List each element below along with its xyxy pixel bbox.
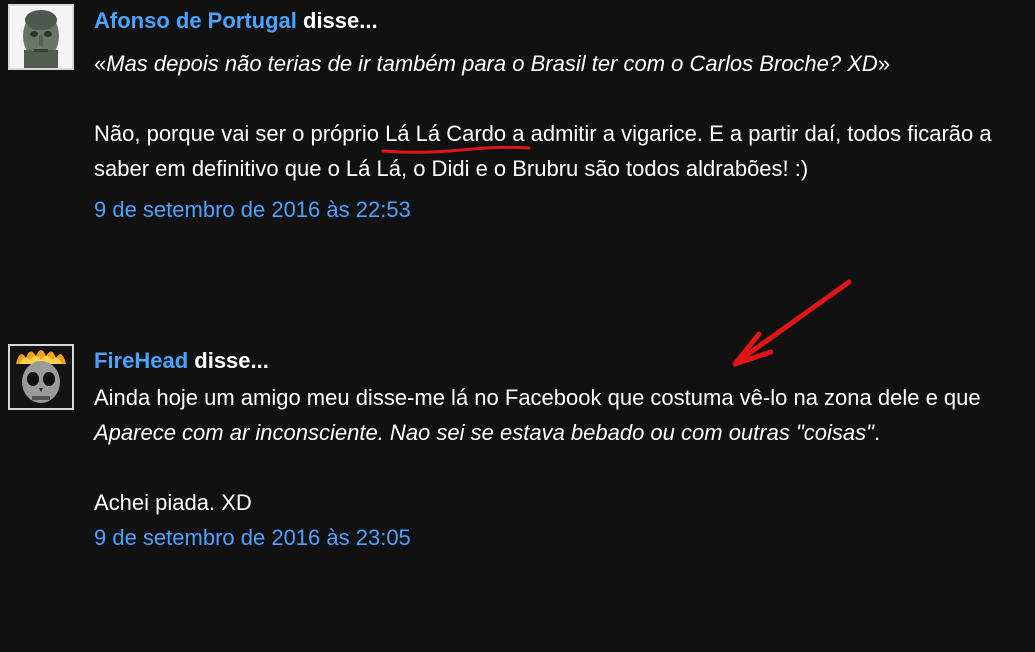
comment-header: Afonso de Portugal disse...: [94, 4, 1014, 38]
highlighted-text: Lá Lá Cardo: [385, 121, 507, 146]
avatar[interactable]: [8, 4, 74, 70]
comment-timestamp[interactable]: 9 de setembro de 2016 às 22:53: [94, 192, 411, 227]
comment-header: FireHead disse...: [94, 344, 1014, 378]
quote-text: Mas depois não terias de ir também para …: [106, 51, 878, 76]
avatar[interactable]: [8, 344, 74, 410]
author-link[interactable]: Afonso de Portugal: [94, 8, 297, 33]
quote-open: «: [94, 51, 107, 76]
statue-face-avatar-icon: [10, 6, 72, 68]
comment-body: FireHead disse... Ainda hoje um amigo me…: [94, 344, 1014, 555]
comment-text: Achei piada. XD: [94, 490, 252, 515]
comment-timestamp[interactable]: 9 de setembro de 2016 às 23:05: [94, 520, 411, 555]
comment-text: Não, porque vai ser o próprio Lá Lá Card…: [94, 116, 1014, 186]
text-segment: .: [873, 420, 881, 445]
comment-quote: «Mas depois não terias de ir também para…: [94, 46, 1014, 81]
italic-text-segment: Aparece com ar inconsciente. Nao sei se …: [94, 420, 874, 445]
said-label: disse...: [296, 8, 378, 33]
comment-body: Afonso de Portugal disse... «Mas depois …: [94, 4, 1014, 227]
red-underline-icon: [381, 145, 531, 154]
highlighted-name: Lá Lá Cardo: [381, 116, 531, 154]
said-label: disse...: [188, 348, 269, 373]
text-segment: Não, porque vai ser o próprio: [94, 121, 386, 146]
comment-text: Ainda hoje um amigo meu disse-me lá no F…: [94, 380, 1014, 450]
quote-close: »: [877, 51, 891, 76]
text-segment: Ainda hoje um amigo meu disse-me lá no F…: [94, 385, 981, 410]
flaming-skull-avatar-icon: [10, 346, 72, 408]
author-link[interactable]: FireHead: [94, 348, 188, 373]
